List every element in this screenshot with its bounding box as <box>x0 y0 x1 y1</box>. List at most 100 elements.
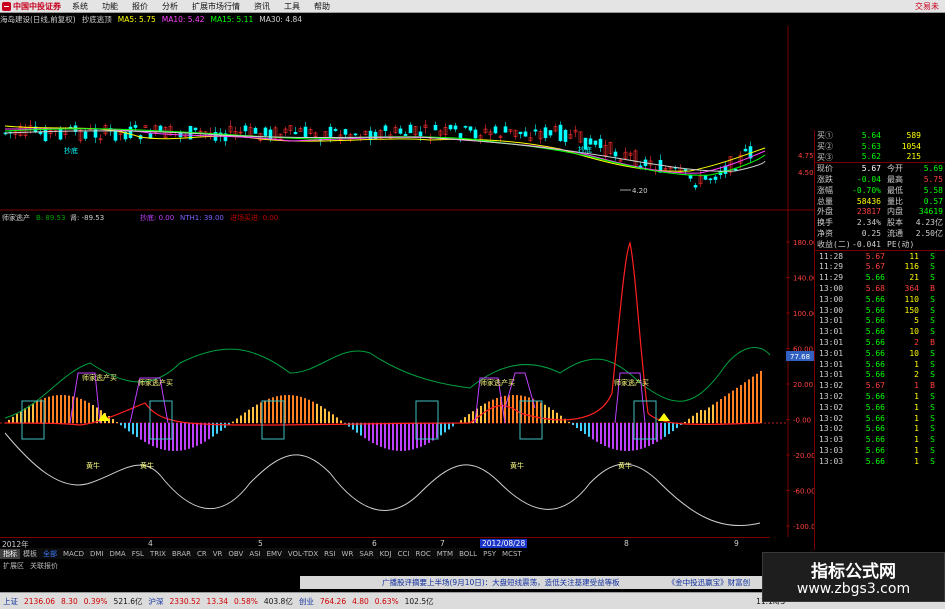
histogram-bar <box>240 415 242 423</box>
menu-tools[interactable]: 工具 <box>277 1 307 12</box>
indicator-tab[interactable]: BRAR <box>169 550 194 558</box>
tick-row: 13:01 5.66 1 S <box>815 359 945 370</box>
trade-status[interactable]: 交易未 <box>915 1 945 12</box>
tick-row: 13:02 5.67 1 B <box>815 380 945 391</box>
histogram-bar <box>388 423 390 450</box>
date-highlight: 2012/08/28 <box>480 539 528 548</box>
menu-quote[interactable]: 报价 <box>125 1 155 12</box>
indicator-tab[interactable]: 全部 <box>40 549 60 559</box>
histogram-bar <box>756 373 758 423</box>
histogram-bar <box>368 423 370 441</box>
oscillator-red-line <box>4 241 761 426</box>
candle-body <box>463 126 468 128</box>
histogram-bar <box>688 418 690 423</box>
tick-row: 11:29 5.66 21 S <box>815 272 945 283</box>
tick-list[interactable]: 11:28 5.67 11 S 11:29 5.67 116 S 11:29 5.66 21 S 13:… <box>815 249 945 467</box>
tick-volume: 110 <box>904 294 919 304</box>
indicator-tab[interactable]: ROC <box>412 550 433 558</box>
indicator-tab[interactable]: DMA <box>106 550 128 558</box>
histogram-bar <box>188 423 190 449</box>
indicator-tab[interactable]: RSI <box>321 550 338 558</box>
menu-info[interactable]: 资讯 <box>247 1 277 12</box>
signal-box <box>519 400 543 440</box>
candle-body <box>723 165 728 174</box>
extra-tab[interactable]: 扩展区 <box>0 561 27 571</box>
indicator-tab[interactable]: PSY <box>480 550 499 558</box>
indicator-tab[interactable]: OBV <box>225 550 246 558</box>
bid-label: 买③ <box>817 152 833 162</box>
buy-signal-tag: 师家逃产买 <box>138 378 173 387</box>
indicator-tab[interactable]: ASI <box>246 550 263 558</box>
index-sh-value: 2136.06 <box>24 596 56 606</box>
extra-tab[interactable]: 关联报价 <box>27 561 61 571</box>
menu-analysis[interactable]: 分析 <box>155 1 185 12</box>
histogram-bar <box>276 396 278 423</box>
tick-row: 13:00 5.66 150 S <box>815 305 945 316</box>
histogram-bar <box>128 423 130 432</box>
menu-extended-market[interactable]: 扩展市场行情 <box>185 1 247 12</box>
menu-help[interactable]: 帮助 <box>307 1 337 12</box>
niu-signal-tag: 黄牛 <box>140 461 154 470</box>
histogram-bar <box>412 423 414 450</box>
histogram-bar <box>760 371 762 423</box>
candle-body <box>588 138 593 145</box>
indicator-tab[interactable]: FSL <box>129 550 147 558</box>
tick-volume: 21 <box>909 273 919 283</box>
histogram-bar <box>448 423 450 430</box>
niu-signal-tag: 黄牛 <box>510 461 524 470</box>
news-item[interactable]: 广播股评摘要上半场(9月10日)：大盘短线震荡，造低关注基建受益等板 <box>300 577 620 588</box>
histogram-bar <box>728 393 730 423</box>
indicator-tab[interactable]: TRIX <box>147 550 169 558</box>
index-hs-label[interactable]: 沪深 <box>149 596 164 607</box>
index-cy-label[interactable]: 创业 <box>299 596 314 607</box>
indicator-tab[interactable]: 模板 <box>20 549 40 559</box>
indicator-tab[interactable]: CCI <box>395 550 413 558</box>
indicator-tab[interactable]: VOL-TDX <box>285 550 321 558</box>
stat-value: 5.67 <box>861 164 881 174</box>
tick-time: 13:01 <box>819 316 844 326</box>
indicator-tab[interactable]: MCST <box>499 550 525 558</box>
histogram-bar <box>508 395 510 423</box>
histogram-bar <box>248 409 250 423</box>
indicator-tab[interactable]: BOLL <box>456 550 480 558</box>
indicator-tab[interactable]: DMI <box>87 550 107 558</box>
bid-volume: 215 <box>906 152 921 162</box>
histogram-bar <box>432 423 434 441</box>
histogram-bar <box>316 403 318 423</box>
menu-function[interactable]: 功能 <box>95 1 125 12</box>
menu-system[interactable]: 系统 <box>65 1 95 12</box>
histogram-bar <box>468 414 470 423</box>
tick-price: 5.66 <box>865 359 885 369</box>
histogram-bar <box>464 417 466 423</box>
candle-body <box>468 126 473 131</box>
indicator-tab[interactable]: KDJ <box>377 550 395 558</box>
histogram-bar <box>268 398 270 423</box>
candle-body <box>453 125 458 130</box>
histogram-bar <box>496 398 498 423</box>
indicator-tab[interactable]: WR <box>339 550 357 558</box>
date-axis: 2012年 4 5 6 7 2012/08/28 8 9 <box>0 537 770 549</box>
histogram-bar <box>596 423 598 442</box>
chart-canvas[interactable]: 4.75 4.50 抄底 抄底 4.20 师家逃产 B: 89.53 肾: -8… <box>0 13 814 537</box>
indicator-tab[interactable]: MACD <box>60 550 87 558</box>
tick-price: 5.66 <box>865 413 885 423</box>
indicator-tab[interactable]: EMV <box>264 550 285 558</box>
tick-time: 13:01 <box>819 348 844 358</box>
news-item[interactable]: 《金中投迅赢宝》财富创 <box>668 577 751 588</box>
tick-row: 13:02 5.66 1 S <box>815 413 945 424</box>
indicator-tab[interactable]: VR <box>210 550 226 558</box>
signal-box <box>415 400 439 440</box>
candle-body <box>383 125 388 131</box>
quote-stat-row: 总量 58436 量比 0.57 <box>815 196 945 207</box>
tick-time: 11:29 <box>819 273 844 283</box>
indicator-tab[interactable]: MTM <box>434 550 456 558</box>
histogram-bar <box>236 418 238 423</box>
histogram-bar <box>152 423 154 447</box>
indicator-tab[interactable]: SAR <box>356 550 376 558</box>
indicator-tab[interactable]: 指标 <box>0 548 20 559</box>
candle-body <box>593 140 598 145</box>
tick-time: 13:03 <box>819 446 844 455</box>
indicator-tab[interactable]: CR <box>194 550 210 558</box>
index-sh-label[interactable]: 上证 <box>0 596 18 607</box>
tick-side: S <box>930 392 935 402</box>
